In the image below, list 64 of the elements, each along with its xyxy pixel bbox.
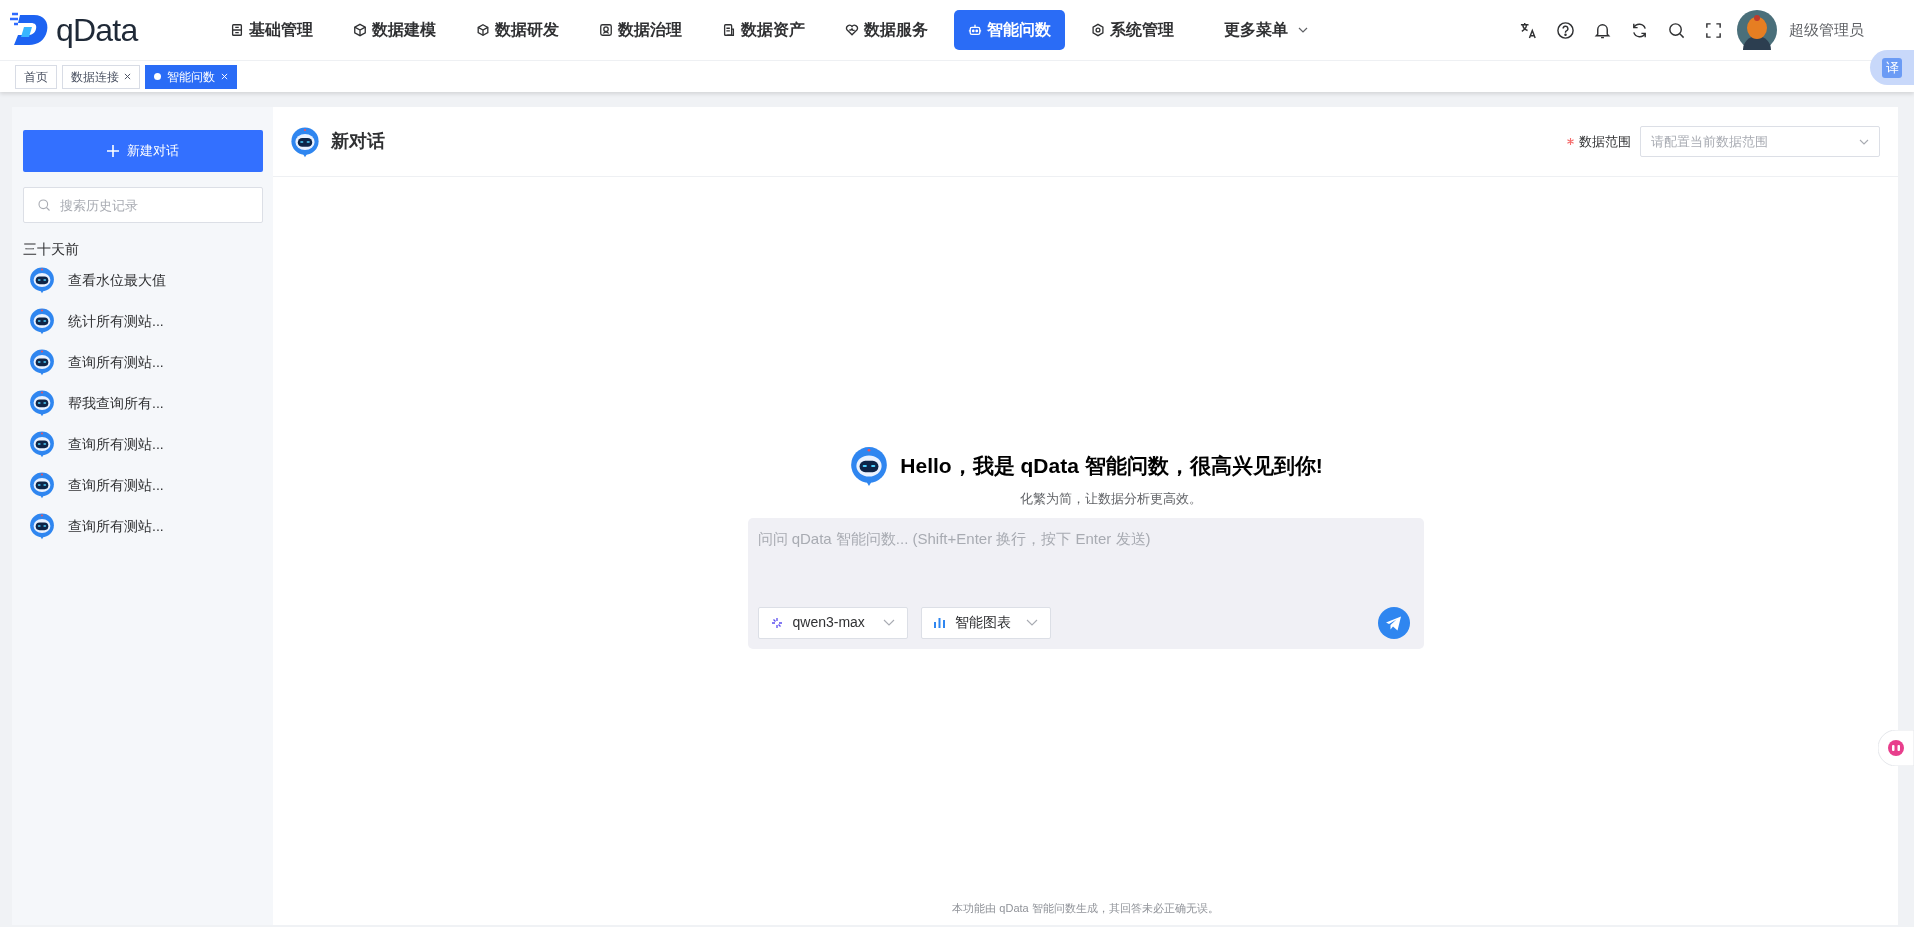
robot-icon: [28, 512, 56, 540]
new-chat-button[interactable]: 新建对话: [23, 130, 263, 172]
scope-label: 数据范围: [1579, 132, 1631, 151]
more-menu[interactable]: 更多菜单: [1210, 10, 1322, 50]
search-icon: [38, 199, 50, 211]
search-icon[interactable]: [1667, 20, 1686, 40]
bar-chart-icon: [933, 617, 945, 628]
history-item[interactable]: 查询所有测站...: [28, 471, 263, 499]
heart-icon: [845, 23, 859, 37]
plus-icon: [107, 145, 119, 157]
question-field[interactable]: 问问 qData 智能问数... (Shift+Enter 换行，按下 Enter 发送) qwen3-max 智能图表: [747, 517, 1424, 649]
robot-icon: [28, 471, 56, 499]
history-item[interactable]: 查询所有测站...: [28, 348, 263, 376]
chevron-down-icon: [882, 619, 895, 626]
box-icon: [476, 23, 490, 37]
chevron-down-icon: [1298, 27, 1308, 33]
nav-tab[interactable]: 数据服务: [831, 10, 942, 50]
document-icon: [722, 23, 736, 37]
robot-icon: [28, 266, 56, 294]
robot-icon: [28, 348, 56, 376]
nav-tab[interactable]: 智能问数: [954, 10, 1065, 50]
robot-icon: [28, 307, 56, 335]
greeting-heading: Hello，我是 qData 智能问数，很高兴见到你!: [900, 453, 1323, 480]
nav-tab[interactable]: 数据治理: [585, 10, 696, 50]
chevron-down-icon: [1859, 138, 1869, 145]
history-item[interactable]: 统计所有测站...: [28, 307, 263, 335]
nav-tab[interactable]: 基础管理: [216, 10, 327, 50]
page-tab[interactable]: 首页: [15, 64, 57, 89]
chevron-down-icon: [1025, 619, 1038, 626]
nav-tab[interactable]: 系统管理: [1077, 10, 1188, 50]
robot-icon: [28, 389, 56, 417]
history-item[interactable]: 帮我查询所有...: [28, 389, 263, 417]
cube-icon: [353, 23, 367, 37]
nav-tab[interactable]: 数据研发: [462, 10, 573, 50]
mode-select[interactable]: 智能图表: [920, 606, 1051, 639]
page-tab[interactable]: 智能问数: [145, 64, 237, 89]
chat-title: 新对话: [331, 130, 385, 153]
search-field[interactable]: 搜索历史记录: [23, 187, 263, 223]
logo-text: qData: [56, 14, 138, 46]
history-item[interactable]: 查询所有测站...: [28, 430, 263, 458]
fullscreen-icon[interactable]: [1704, 20, 1723, 40]
page-tab[interactable]: 数据连接: [62, 64, 140, 89]
sparkle-icon: [770, 616, 783, 629]
robot-icon: [968, 23, 982, 37]
framed-face-icon: [599, 23, 613, 37]
subtitle-text: 化繁为简，让数据分析更高效。: [1019, 490, 1202, 508]
assistant-icon[interactable]: [1878, 730, 1914, 766]
history-item[interactable]: 查询所有测站...: [28, 512, 263, 540]
group-label: 三十天前: [23, 240, 80, 259]
model-select[interactable]: qwen3-max: [757, 606, 908, 639]
gear-icon: [1091, 23, 1105, 37]
robot-icon: [289, 125, 321, 158]
nav-tab[interactable]: 数据建模: [339, 10, 450, 50]
robot-icon: [28, 430, 56, 458]
help-icon[interactable]: [1556, 20, 1575, 40]
nav-tab[interactable]: 数据资产: [708, 10, 819, 50]
user-name[interactable]: 超级管理员: [1789, 18, 1864, 42]
close-icon[interactable]: [124, 73, 131, 80]
send-button[interactable]: [1377, 606, 1410, 639]
dot-icon: [154, 73, 161, 80]
server-icon: [230, 23, 244, 37]
history-item[interactable]: 查看水位最大值: [28, 266, 263, 294]
disclaimer-text: 本功能由 qData 智能问数生成，其回答未必正确无误。: [951, 900, 1220, 916]
translate-icon[interactable]: [1519, 20, 1538, 40]
